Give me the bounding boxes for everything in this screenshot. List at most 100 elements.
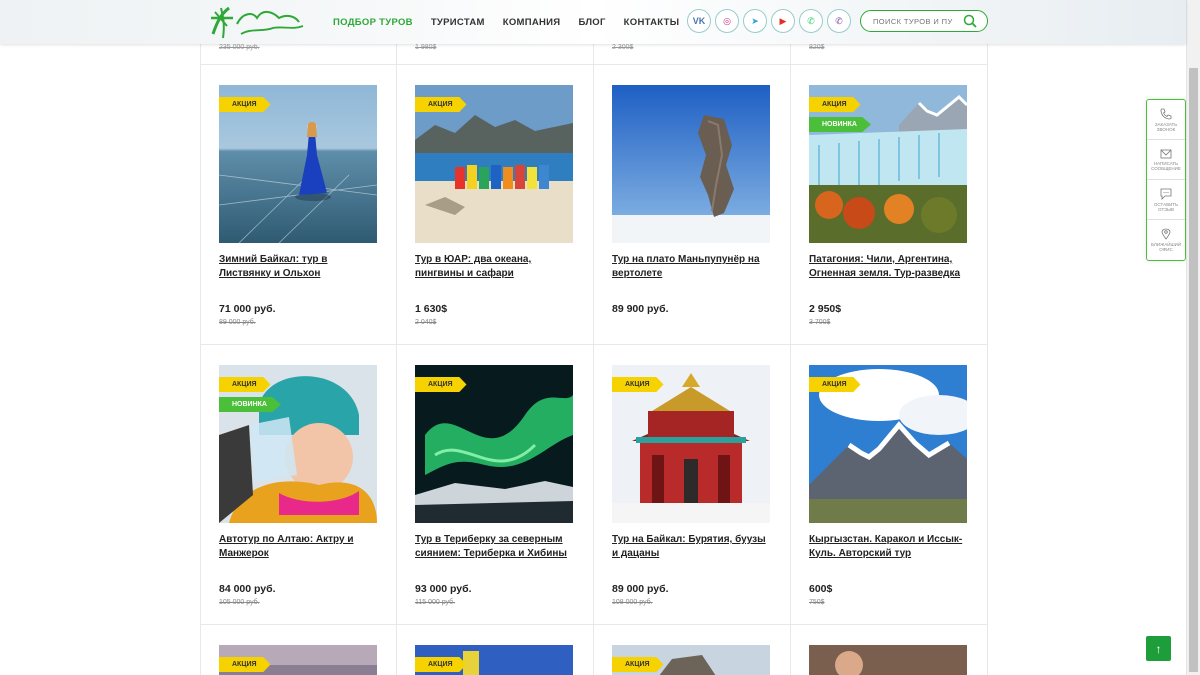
scrollbar[interactable]	[1186, 0, 1200, 675]
logo[interactable]	[207, 4, 307, 40]
tour-image[interactable]: АКЦИЯ	[809, 365, 967, 523]
tour-price: 89 000 руб.	[612, 583, 669, 595]
nav-company[interactable]: КОМПАНИЯ	[503, 17, 561, 28]
widget-label: ЗАКАЗАТЬ ЗВОНОК	[1154, 121, 1178, 132]
tour-old-price: 108 000 руб.	[612, 599, 653, 606]
widget-label: ОСТАВИТЬ ОТЗЫВ	[1153, 201, 1179, 212]
tour-old-price: 750$	[809, 599, 825, 606]
tour-old-price: 89 000 руб.	[219, 319, 256, 326]
sale-badge: АКЦИЯ	[809, 97, 861, 112]
tour-card[interactable]: АКЦИЯ Кыргызстан. Каракол и Иссык-Куль. …	[791, 345, 988, 625]
tour-card[interactable]: АКЦИЯ НОВИНКА Автотур по Алтаю: Актру и …	[200, 345, 397, 625]
tour-price: 89 900 руб.	[612, 303, 669, 315]
tour-old-price: 2 040$	[415, 319, 437, 326]
arrow-up-icon: ↑	[1155, 641, 1162, 656]
tour-card[interactable]: АКЦИЯ Зимний Байкал: тур в Листвянку и О…	[200, 65, 397, 345]
nav-tour-selection[interactable]: ПОДБОР ТУРОВ	[333, 17, 413, 28]
tour-image[interactable]	[809, 645, 967, 675]
tour-card[interactable]	[791, 625, 988, 675]
tour-card[interactable]: АКЦИЯ Тур в ЮАР: два океана, пингвины и …	[397, 65, 594, 345]
tour-image[interactable]: АКЦИЯ	[612, 645, 770, 675]
tour-row: АКЦИЯ АКЦИЯ АКЦИЯ	[200, 625, 988, 675]
tour-price: 84 000 руб.	[219, 583, 276, 595]
tour-title[interactable]: Тур в ЮАР: два океана, пингвины и сафари	[415, 253, 575, 280]
back-to-top-button[interactable]: ↑	[1146, 636, 1171, 661]
new-badge: НОВИНКА	[809, 117, 871, 132]
tour-title[interactable]: Кыргызстан. Каракол и Иссык-Куль. Авторс…	[809, 533, 969, 560]
tour-image[interactable]: АКЦИЯ	[219, 85, 377, 243]
tour-price: 71 000 руб.	[219, 303, 276, 315]
tour-image[interactable]: АКЦИЯ	[415, 365, 573, 523]
sale-badge: АКЦИЯ	[415, 97, 467, 112]
nav-blog[interactable]: БЛОГ	[578, 17, 605, 28]
tour-image[interactable]: АКЦИЯ	[415, 85, 573, 243]
tour-title[interactable]: Тур в Териберку за северным сиянием: Тер…	[415, 533, 575, 560]
whatsapp-icon[interactable]: ✆	[799, 9, 823, 33]
sale-badge: АКЦИЯ	[219, 657, 271, 672]
envelope-icon	[1160, 149, 1172, 158]
chat-icon	[1160, 188, 1172, 200]
phone-icon	[1160, 108, 1172, 119]
tour-card[interactable]: АКЦИЯ НОВИНКА Патагония: Чили, Аргентина…	[791, 65, 988, 345]
tour-card[interactable]: Тур на плато Маньпупунёр на вертолете 89…	[594, 65, 791, 345]
nav-contacts[interactable]: КОНТАКТЫ	[624, 17, 680, 28]
viber-icon[interactable]: ✆	[827, 9, 851, 33]
sale-badge: АКЦИЯ	[612, 657, 664, 672]
tour-image[interactable]: АКЦИЯ	[219, 645, 377, 675]
new-badge: НОВИНКА	[219, 397, 281, 412]
tour-old-price: 105 000 руб.	[219, 599, 260, 606]
tour-image[interactable]: АКЦИЯ	[415, 645, 573, 675]
request-call-button[interactable]: ЗАКАЗАТЬ ЗВОНОК	[1147, 100, 1185, 140]
tour-card[interactable]: АКЦИЯ	[397, 625, 594, 675]
tour-image[interactable]: АКЦИЯ НОВИНКА	[809, 85, 967, 243]
tour-title[interactable]: Автотур по Алтаю: Актру и Манжерок	[219, 533, 379, 560]
widget-label: НАПИСАТЬ СООБЩЕНИЕ	[1151, 160, 1181, 171]
old-price: 235 000 руб.	[219, 44, 260, 51]
tour-old-price: 3 700$	[809, 319, 831, 326]
tour-card[interactable]: АКЦИЯ Тур в Териберку за северным сияние…	[397, 345, 594, 625]
vk-icon[interactable]: VK	[687, 9, 711, 33]
tour-title[interactable]: Тур на плато Маньпупунёр на вертолете	[612, 253, 772, 280]
sale-badge: АКЦИЯ	[809, 377, 861, 392]
leave-review-button[interactable]: ОСТАВИТЬ ОТЗЫВ	[1147, 180, 1185, 220]
tour-image[interactable]: АКЦИЯ	[612, 365, 770, 523]
tour-title[interactable]: Тур на Байкал: Бурятия, буузы и дацаны	[612, 533, 772, 560]
old-price: 2 300$	[612, 44, 634, 51]
site-header: ПОДБОР ТУРОВ ТУРИСТАМ КОМПАНИЯ БЛОГ КОНТ…	[0, 0, 1186, 44]
old-price: 820$	[809, 44, 825, 51]
scrollbar-thumb[interactable]	[1189, 68, 1198, 672]
telegram-icon[interactable]: ➤	[743, 9, 767, 33]
instagram-icon[interactable]: ◎	[715, 9, 739, 33]
tour-image[interactable]	[612, 85, 770, 243]
widget-label: БЛИЖАЙШИЙ ОФИС	[1150, 242, 1182, 252]
nav-tourists[interactable]: ТУРИСТАМ	[431, 17, 485, 28]
search-box	[860, 10, 988, 32]
tour-old-price: 115 000 руб.	[415, 599, 456, 606]
tour-price: 93 000 руб.	[415, 583, 472, 595]
sale-badge: АКЦИЯ	[219, 97, 271, 112]
main-nav: ПОДБОР ТУРОВ ТУРИСТАМ КОМПАНИЯ БЛОГ КОНТ…	[333, 0, 697, 44]
sale-badge: АКЦИЯ	[415, 657, 467, 672]
write-message-button[interactable]: НАПИСАТЬ СООБЩЕНИЕ	[1147, 140, 1185, 180]
sale-badge: АКЦИЯ	[219, 377, 271, 392]
tour-price: 1 630$	[415, 303, 448, 315]
tour-price: 600$	[809, 583, 833, 595]
tour-title[interactable]: Зимний Байкал: тур в Листвянку и Ольхон	[219, 253, 379, 280]
tour-card[interactable]: АКЦИЯ	[594, 625, 791, 675]
contact-widget: ЗАКАЗАТЬ ЗВОНОК НАПИСАТЬ СООБЩЕНИЕ ОСТАВ…	[1146, 99, 1186, 261]
tour-title[interactable]: Патагония: Чили, Аргентина, Огненная зем…	[809, 253, 969, 280]
sale-badge: АКЦИЯ	[612, 377, 664, 392]
tour-row: АКЦИЯ НОВИНКА Автотур по Алтаю: Актру и …	[200, 345, 988, 625]
search-input[interactable]	[873, 16, 963, 26]
social-links: VK ◎ ➤ ▶ ✆ ✆	[687, 9, 851, 33]
tour-card[interactable]: АКЦИЯ Тур на Байкал: Бурятия, буузы и да…	[594, 345, 791, 625]
location-pin-icon	[1161, 228, 1171, 240]
youtube-icon[interactable]: ▶	[771, 9, 795, 33]
tour-price: 2 950$	[809, 303, 842, 315]
tour-image[interactable]: АКЦИЯ НОВИНКА	[219, 365, 377, 523]
sale-badge: АКЦИЯ	[415, 377, 467, 392]
tour-row: АКЦИЯ Зимний Байкал: тур в Листвянку и О…	[200, 65, 988, 345]
search-icon[interactable]	[963, 14, 977, 28]
nearest-office-button[interactable]: БЛИЖАЙШИЙ ОФИС	[1147, 220, 1185, 260]
tour-card[interactable]: АКЦИЯ	[200, 625, 397, 675]
